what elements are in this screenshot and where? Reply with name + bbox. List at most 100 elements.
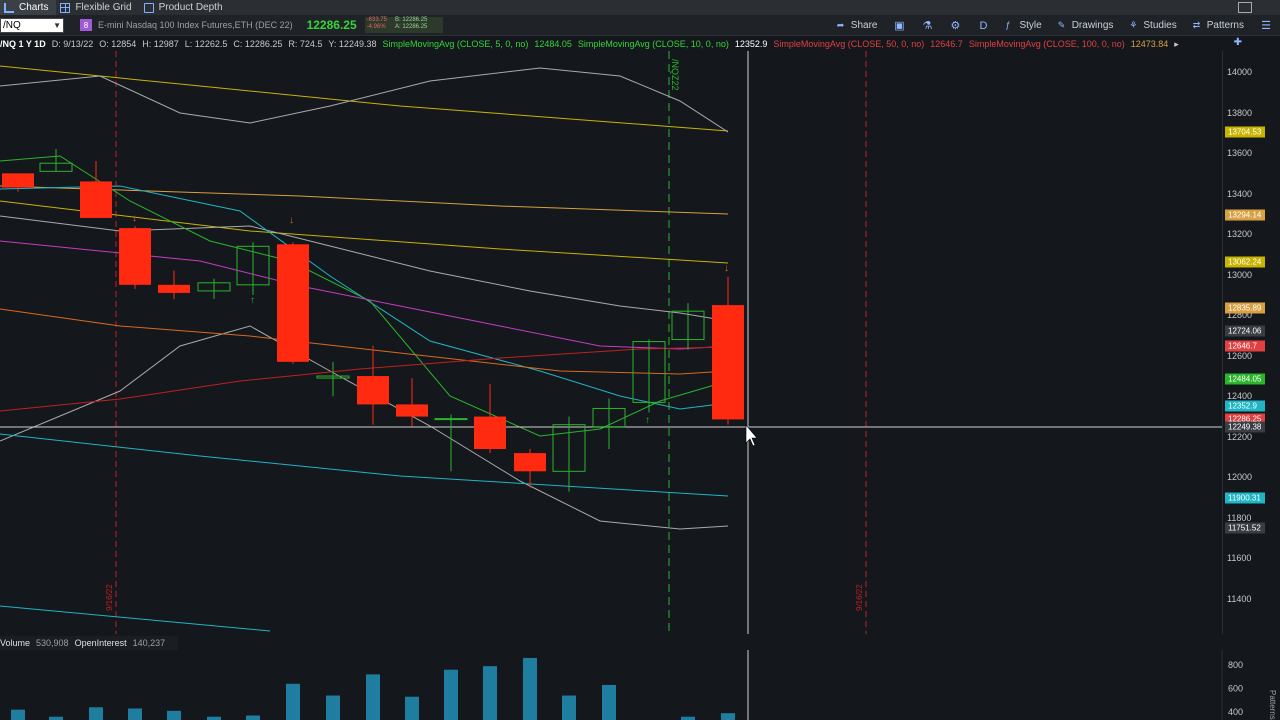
price-axis-scroll[interactable] [1270,51,1280,634]
bear-candle[interactable] [80,181,112,218]
chart-toolbar: /NQ ▼ 8 E-mini Nasdaq 100 Index Futures,… [0,15,1280,36]
bear-candle[interactable] [119,228,151,285]
symbol-link-icon[interactable]: 8 [80,19,92,31]
volume-axis: 800 600 400 [1228,660,1243,717]
legend-sma5-value: 12484.05 [534,39,572,49]
bear-candle[interactable] [277,244,309,362]
price-tag: 12484.05 [1225,373,1265,385]
chevron-down-icon[interactable]: ▼ [53,21,61,30]
settings-button[interactable]: ⚙ [941,15,969,36]
sma50-line [0,240,729,350]
maximize-window-button[interactable] [1238,2,1252,13]
sell-signal-arrow: ↓ [724,263,729,274]
patterns-side-tab[interactable]: Patterns [1268,690,1277,720]
symbol-description: E-mini Nasdaq 100 Index Futures,ETH (DEC… [98,20,293,30]
studies-button[interactable]: ⚘ Studies [1121,15,1184,36]
toolbar-right: ➦ Share ▣ ⚗ ⚙ D ƒ Style ✎ Drawings ⚘ Studies… [829,15,1280,36]
flask-icon: ⚗ [922,20,933,32]
bear-candle[interactable] [474,416,506,450]
candles-group [2,149,744,492]
volume-label[interactable]: Volume [0,638,30,648]
legend-sma100-label[interactable]: SimpleMovingAvg (CLOSE, 100, 0, no) [969,39,1125,49]
ask-price: A: 12286.25 [395,24,428,30]
gear-icon: ⚙ [950,20,961,32]
share-button[interactable]: ➦ Share [829,15,886,36]
price-axis-label: 13600 [1227,148,1253,159]
volume-value: 530,908 [36,638,69,648]
period-button[interactable]: D [969,15,997,36]
price-tag: 12352.9 [1225,400,1265,412]
tab-flexible-grid[interactable]: Flexible Grid [56,0,139,15]
bid-price: B: 12286.25 [395,17,428,23]
volume-bar [523,657,537,720]
studies-label: Studies [1143,20,1177,31]
symbol-link-label: 8 [83,20,89,30]
last-price: 12286.25 [306,18,357,32]
tab-charts-label: Charts [19,2,49,13]
legend-open: O: 12854 [99,39,137,49]
price-axis-label: 11400 [1227,594,1252,604]
volume-bar [326,695,340,720]
price-tag: 13704.53 [1225,126,1265,138]
collapse-icon[interactable]: ✚ [1234,37,1242,48]
patterns-button[interactable]: ⇄ Patterns [1185,15,1252,36]
legend-close: C: 12286.25 [233,39,283,49]
share-icon: ➦ [836,20,845,30]
symbol-input-value: /NQ [3,19,21,31]
price-axis-label: 12600 [1227,350,1253,361]
chart-overlays: /NQZ22 9/16/22 9/16/22 [0,51,1222,634]
charts-icon [4,2,14,13]
price-axis-label: 13200 [1227,229,1253,240]
rollover-label: /NQZ22 [670,59,680,91]
bear-candle[interactable] [396,404,428,417]
volume-axis-label: 400 [1228,707,1243,717]
snapshot-button[interactable]: ▣ [885,15,913,36]
legend-range: R: 724.5 [288,39,323,49]
legend-more-arrow[interactable]: ▸ [1174,39,1179,50]
legend-sma50-label[interactable]: SimpleMovingAvg (CLOSE, 50, 0, no) [773,39,924,49]
volume-axis-label: 600 [1228,684,1243,694]
sell-signal-arrow: ↓ [132,213,137,224]
buy-signal-arrow: ↑ [250,295,255,306]
symbol-input[interactable]: /NQ ▼ [0,17,64,33]
bear-candle[interactable] [158,284,190,293]
price-tag: 11751.52 [1225,522,1265,534]
signal-arrows: ↓ ↓ ↓ ↑ ↑ [132,213,729,426]
bear-candle[interactable] [2,173,34,188]
percent-change: -4.96% [366,24,386,30]
tab-charts[interactable]: Charts [0,0,57,15]
bear-candle[interactable] [514,453,546,472]
period-label: D [979,19,988,32]
volume-bar [562,695,576,720]
bear-candle[interactable] [712,305,744,420]
studies-icon: ⚘ [1129,20,1138,30]
volume-pane[interactable]: 800 600 400 Patterns [0,650,1280,720]
price-axis-label: 13400 [1227,188,1253,199]
volume-bar [128,708,142,720]
open-interest-label[interactable]: OpenInterest [75,638,127,648]
flask-button[interactable]: ⚗ [913,15,941,36]
menu-button[interactable]: ☰ [1252,15,1280,36]
price-chart[interactable]: /NQZ22 9/16/22 9/16/22 ↓ ↓ ↓ ↑ ↑ [0,51,1280,634]
volume-bar [483,666,497,720]
volume-bar [167,710,181,720]
net-change: -633.75 [366,17,387,23]
legend-symbol-period[interactable]: /NQ 1 Y 1D [0,39,46,49]
volume-bar [444,669,458,720]
expiry-date-right: 9/16/22 [855,584,864,611]
bull-candle[interactable] [434,418,468,421]
bottom-channel-line [0,605,271,632]
legend-sma5-label[interactable]: SimpleMovingAvg (CLOSE, 5, 0, no) [382,39,528,49]
price-tag: 12646.7 [1225,340,1265,352]
price-axis-label: 13000 [1227,269,1253,280]
legend-sma10-label[interactable]: SimpleMovingAvg (CLOSE, 10, 0, no) [578,39,729,49]
drawings-button[interactable]: ✎ Drawings [1050,15,1122,36]
price-tag: 12835.89 [1225,302,1265,314]
bollinger-mid [0,215,729,322]
price-axis-label: 13800 [1227,107,1253,118]
tab-product-depth[interactable]: Product Depth [140,0,231,15]
price-tag: 12249.38 [1225,421,1265,433]
bear-candle[interactable] [357,376,389,405]
volume-bar [721,713,735,720]
style-button[interactable]: ƒ Style [997,15,1049,36]
